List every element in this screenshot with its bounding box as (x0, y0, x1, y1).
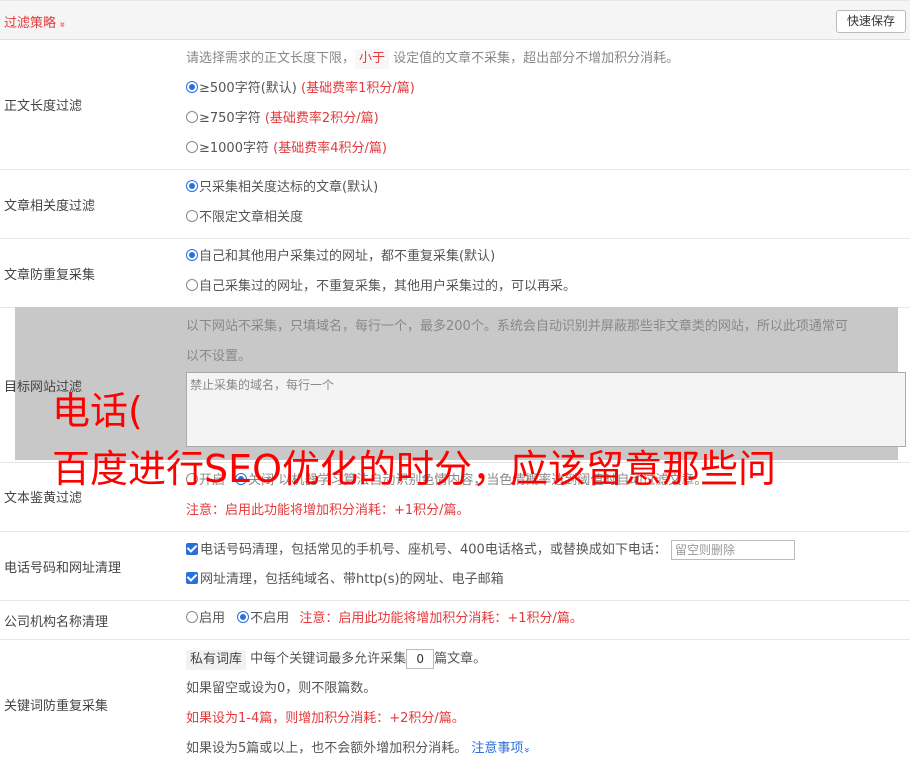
row-keyword-dup: 关键词防重复采集 私有词库 中每个关键词最多允许采集 0 篇文章。 如果留空或设为0… (0, 640, 910, 768)
option-label: ≥500字符(默认) (199, 81, 297, 96)
less-than-tag: 小于 (355, 49, 390, 69)
company-options: 启用 不启用 注意：启用此功能将增加积分消耗：+1积分/篇。 (186, 609, 583, 629)
duplicate-option-1[interactable]: 自己和其他用户采集过的网址，都不重复采集(默认) (186, 247, 495, 267)
option-note: (基础费率4积分/篇) (273, 141, 387, 156)
section-title-text: 过滤策略 (4, 16, 57, 31)
private-dict-tag[interactable]: 私有词库 (186, 649, 247, 670)
overlay-text-line2: 百度进行SEO优化的时分，应该留意那些问 (52, 447, 777, 491)
row-relevance-filter: 文章相关度过滤 只采集相关度达标的文章(默认) 不限定文章相关度 (0, 170, 910, 239)
radio-icon[interactable] (186, 279, 198, 291)
length-option-1000[interactable]: ≥1000字符 (基础费率4积分/篇) (186, 139, 387, 159)
keyword-note-2: 如果留空或设为0，则不限篇数。 (186, 681, 377, 696)
row-label: 正文长度过滤 (4, 99, 83, 114)
checkbox-checked-icon[interactable] (186, 542, 198, 555)
checkbox-checked-icon[interactable] (186, 572, 198, 584)
row-duplicate-filter: 文章防重复采集 自己和其他用户采集过的网址，都不重复采集(默认) 自己采集过的网… (0, 239, 910, 308)
radio-icon[interactable] (186, 210, 198, 222)
row-label: 电话号码和网址清理 (4, 561, 122, 576)
relevance-option-1[interactable]: 只采集相关度达标的文章(默认) (186, 178, 378, 198)
replace-phone-input[interactable]: 留空则删除 (670, 540, 795, 560)
keyword-limit-line: 私有词库 中每个关键词最多允许采集 0 篇文章。 (186, 649, 487, 670)
phone-clean-option[interactable]: 电话号码清理，包括常见的手机号、座机号、400电话格式，或替换成如下电话： 留空… (186, 540, 795, 560)
option-note: (基础费率1积分/篇) (301, 81, 415, 96)
site-description-line1: 以下网站不采集，只填域名，每行一个，最多200个。系统会自动识别并屏蔽那些非文章… (186, 319, 848, 334)
company-note: 注意：启用此功能将增加积分消耗：+1积分/篇。 (299, 611, 583, 626)
keyword-note-4: 如果设为5篇或以上，也不会额外增加积分消耗。 注意事项» (186, 739, 533, 759)
row-company-clean: 公司机构名称清理 启用 不启用 注意：启用此功能将增加积分消耗：+1积分/篇。 (0, 601, 910, 640)
blocked-domains-textarea[interactable]: 禁止采集的域名，每行一个 (186, 372, 906, 447)
row-phone-clean: 电话号码和网址清理 电话号码清理，包括常见的手机号、座机号、400电话格式，或替… (0, 532, 910, 601)
radio-checked-icon[interactable] (186, 249, 198, 261)
notes-link[interactable]: 注意事项» (471, 741, 532, 756)
option-label: 电话号码清理，包括常见的手机号、座机号、400电话格式，或替换成如下电话： (200, 542, 667, 558)
row-label: 文章防重复采集 (4, 268, 96, 283)
row-label: 文章相关度过滤 (4, 199, 96, 214)
overlay-text-line1: 电话( (52, 389, 143, 433)
option-label: 自己采集过的网址，不重复采集，其他用户采集过的，可以再采。 (199, 279, 577, 294)
quick-save-button[interactable]: 快速保存 (836, 10, 906, 33)
row-label: 公司机构名称清理 (4, 615, 109, 630)
site-description-line2: 以不设置。 (186, 349, 252, 364)
option-note: (基础费率2积分/篇) (264, 111, 379, 126)
length-description: 请选择需求的正文长度下限， 小于 设定值的文章不采集，超出部分不增加积分消耗。 (186, 49, 679, 69)
option-label: 只采集相关度达标的文章(默认) (199, 180, 379, 195)
option-label: 网址清理，包括纯域名、带http(s)的网址、电子邮箱 (200, 572, 504, 587)
section-title[interactable]: 过滤策略» (4, 12, 68, 31)
length-option-750[interactable]: ≥750字符 (基础费率2积分/篇) (186, 109, 379, 129)
chevron-down-icon: » (56, 21, 68, 28)
radio-icon[interactable] (186, 611, 198, 623)
desc-text: 中每个关键词最多允许采集 (250, 651, 407, 667)
desc-text: 设定值的文章不采集，超出部分不增加积分消耗。 (393, 51, 680, 66)
duplicate-option-2[interactable]: 自己采集过的网址，不重复采集，其他用户采集过的，可以再采。 (186, 277, 576, 297)
option-label: ≥750字符 (199, 111, 261, 126)
desc-text: 篇文章。 (434, 651, 487, 667)
option-label: ≥1000字符 (199, 141, 269, 156)
keyword-note-3: 如果设为1-4篇，则增加积分消耗：+2积分/篇。 (186, 711, 465, 726)
radio-checked-icon[interactable] (186, 81, 198, 93)
relevance-option-2[interactable]: 不限定文章相关度 (186, 208, 303, 228)
desc-text: 请选择需求的正文长度下限， (186, 51, 356, 66)
radio-checked-icon[interactable] (186, 180, 198, 192)
row-label: 关键词防重复采集 (4, 699, 109, 714)
keyword-limit-input[interactable]: 0 (406, 649, 435, 669)
radio-icon[interactable] (186, 141, 198, 153)
row-length-filter: 正文长度过滤 请选择需求的正文长度下限， 小于 设定值的文章不采集，超出部分不增加… (0, 40, 910, 170)
filter-strategy-header: 过滤策略» 快速保存 (0, 0, 910, 40)
chevron-down-icon: » (521, 746, 533, 754)
url-clean-option[interactable]: 网址清理，包括纯域名、带http(s)的网址、电子邮箱 (186, 570, 504, 590)
option-label: 不限定文章相关度 (199, 210, 304, 225)
option-label: 自己和其他用户采集过的网址，都不重复采集(默认) (199, 249, 496, 264)
desc-text: 如果设为5篇或以上，也不会额外增加积分消耗。 (186, 741, 468, 756)
length-option-500[interactable]: ≥500字符(默认) (基础费率1积分/篇) (186, 79, 415, 99)
option-on[interactable]: 启用 (199, 611, 225, 626)
porn-note: 注意：启用此功能将增加积分消耗：+1积分/篇。 (186, 503, 470, 518)
option-off[interactable]: 不启用 (250, 611, 289, 626)
radio-checked-icon[interactable] (237, 611, 250, 623)
radio-icon[interactable] (186, 111, 198, 123)
